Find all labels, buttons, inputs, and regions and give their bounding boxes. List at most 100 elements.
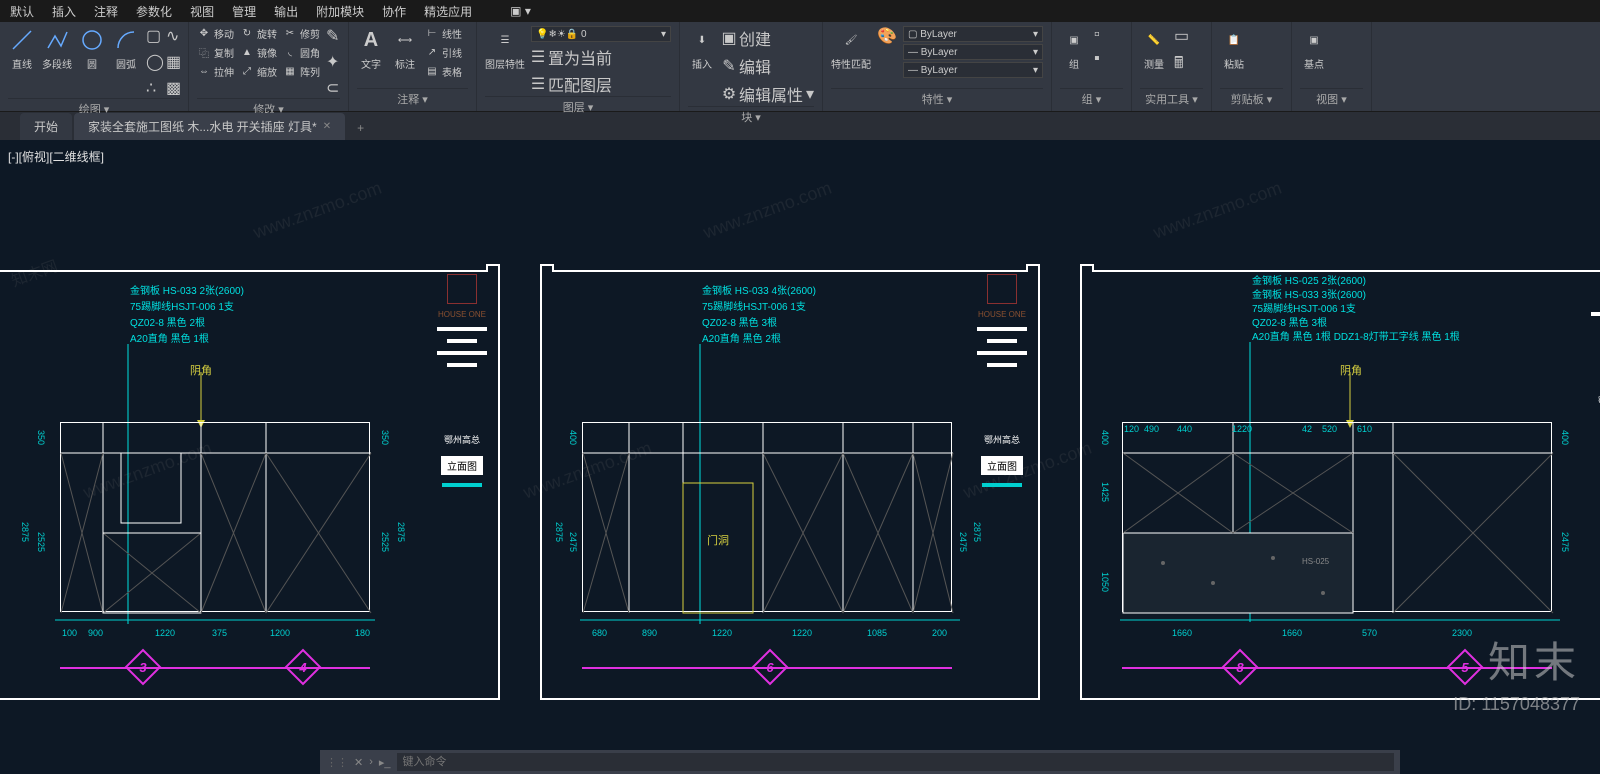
create-button[interactable]: ▣创建	[722, 26, 814, 50]
line-icon	[8, 26, 36, 54]
menu-insert[interactable]: 插入	[52, 3, 76, 20]
layerprops-button[interactable]: ☰图层特性	[485, 26, 525, 71]
polyline-button[interactable]: 多段线	[42, 26, 72, 71]
linetype-button[interactable]: ⊢线性	[425, 26, 462, 41]
drag-handle-icon[interactable]: ⋮⋮	[326, 756, 348, 769]
panel-group: ▣组 ▫ ▪ 组 ▾	[1052, 22, 1132, 111]
section-marker: 6	[757, 654, 783, 680]
dim-text: 490	[1144, 424, 1159, 434]
terminal-icon: ▸_	[379, 756, 391, 769]
menu-bar: 默认 插入 注释 参数化 视图 管理 输出 附加模块 协作 精选应用 ▣ ▾	[0, 0, 1600, 22]
chevron-right-icon[interactable]: ›	[369, 756, 373, 768]
text-button[interactable]: A文字	[357, 26, 385, 71]
section-marker: 3	[130, 654, 156, 680]
titleblock: 鄂州高总 立	[1582, 274, 1600, 436]
insert-button[interactable]: ⬇插入	[688, 26, 716, 71]
calc-icon[interactable]: 🖩	[1174, 52, 1188, 79]
close-cmd-icon[interactable]: ✕	[354, 756, 363, 769]
panel-view-title: 视图 ▾	[1300, 88, 1363, 109]
matchprops-button[interactable]: 🖌特性匹配	[831, 26, 871, 71]
color-icon[interactable]: 🎨	[877, 26, 897, 46]
drawing-canvas[interactable]: [-][俯视][二维线框] www.znzmo.com www.znzmo.co…	[0, 140, 1600, 730]
menu-manage[interactable]: 管理	[232, 3, 256, 20]
scale-button[interactable]: ⤢缩放	[240, 64, 277, 79]
command-input[interactable]	[397, 753, 1394, 771]
annot-text: 金钢板 HS-033 4张(2600)	[702, 282, 816, 297]
section-marker: 4	[290, 654, 316, 680]
dim-text: 2875	[20, 522, 30, 542]
copy-button[interactable]: ⿻复制	[197, 45, 234, 60]
groupedit-icon[interactable]: ▪	[1094, 50, 1108, 68]
move-button[interactable]: ✥移动	[197, 26, 234, 41]
rect-icon[interactable]: ▢	[146, 26, 160, 46]
ungroup-icon[interactable]: ▫	[1094, 26, 1108, 44]
close-icon[interactable]: ✕	[323, 121, 331, 132]
editattr-button[interactable]: ⚙编辑属性 ▾	[722, 82, 814, 106]
attr-icon: ⚙	[722, 87, 736, 101]
trim-button[interactable]: ✂修剪	[283, 26, 320, 41]
dim-text: 350	[36, 430, 46, 445]
ellipse-icon[interactable]: ◯	[146, 52, 160, 72]
color-select[interactable]: ▢ ByLayer▾	[903, 26, 1043, 42]
array-button[interactable]: ▦阵列	[283, 64, 320, 79]
layer-select[interactable]: 💡❄☀🔒 0▾	[531, 26, 671, 42]
table-button[interactable]: ▤表格	[425, 64, 462, 79]
hatch-icon[interactable]: ▦	[166, 52, 180, 72]
dim-text: 2475	[1560, 532, 1570, 552]
array-icon: ▦	[283, 65, 297, 79]
leader-button[interactable]: ↗引线	[425, 45, 462, 60]
fillet-button[interactable]: ◟圆角	[283, 45, 320, 60]
match-icon: ☰	[531, 77, 545, 91]
tab-add[interactable]: +	[347, 116, 374, 140]
point-icon[interactable]: ∴	[146, 78, 160, 98]
frame-handle	[1026, 264, 1040, 272]
region-icon[interactable]: ▩	[166, 78, 180, 98]
leader-icon: ↗	[425, 46, 439, 60]
view-label[interactable]: [-][俯视][二维线框]	[8, 148, 104, 165]
setcurrent-button[interactable]: ☰置为当前	[531, 45, 671, 69]
edit-button[interactable]: ✎编辑	[722, 54, 814, 78]
group-button[interactable]: ▣组	[1060, 26, 1088, 71]
lineweight-select[interactable]: — ByLayer▾	[903, 62, 1043, 78]
panel-annotation: A文字 ⟷标注 ⊢线性 ↗引线 ▤表格 注释 ▾	[349, 22, 477, 111]
menu-addins[interactable]: 附加模块	[316, 3, 364, 20]
offset-icon[interactable]: ⊂	[326, 78, 340, 98]
menu-parametric[interactable]: 参数化	[136, 3, 172, 20]
base-button[interactable]: ▣基点	[1300, 26, 1328, 71]
stretch-button[interactable]: ⇔拉伸	[197, 64, 234, 79]
menu-annotate[interactable]: 注释	[94, 3, 118, 20]
tab-start[interactable]: 开始	[20, 113, 72, 140]
menu-overflow-icon[interactable]: ▣ ▾	[510, 4, 531, 18]
measure-button[interactable]: 📏测量	[1140, 26, 1168, 71]
tab-file[interactable]: 家装全套施工图纸 木...水电 开关插座 灯具*✕	[74, 113, 345, 140]
circle-button[interactable]: 圆	[78, 26, 106, 71]
paste-button[interactable]: 📋粘贴	[1220, 26, 1248, 71]
dim-text: 2475	[958, 532, 968, 552]
matchlayer-button[interactable]: ☰匹配图层	[531, 72, 671, 96]
select-icon[interactable]: ▭	[1174, 26, 1188, 46]
rotate-icon: ↻	[240, 27, 254, 41]
arc-button[interactable]: 圆弧	[112, 26, 140, 71]
menu-collab[interactable]: 协作	[382, 3, 406, 20]
menu-view[interactable]: 视图	[190, 3, 214, 20]
menu-default[interactable]: 默认	[10, 3, 34, 20]
dim-button[interactable]: ⟷标注	[391, 26, 419, 71]
mirror-button[interactable]: ▲镜像	[240, 45, 277, 60]
explode-icon[interactable]: ✦	[326, 52, 340, 72]
dim-text: 2875	[972, 522, 982, 542]
rotate-button[interactable]: ↻旋转	[240, 26, 277, 41]
brand-watermark: 知末	[1488, 629, 1580, 690]
circle-icon	[78, 26, 106, 54]
linetype-select[interactable]: — ByLayer▾	[903, 44, 1043, 60]
spline-icon[interactable]: ∿	[166, 26, 180, 46]
dim-text: 350	[380, 430, 390, 445]
menu-featured[interactable]: 精选应用	[424, 3, 472, 20]
elevation-1	[60, 422, 370, 612]
group-icon: ▣	[1060, 26, 1088, 54]
drawing-frame-2: 金钢板 HS-033 4张(2600) 75踢脚线HSJT-006 1支 QZ0…	[540, 270, 1040, 700]
stretch-icon: ⇔	[197, 65, 211, 79]
menu-output[interactable]: 输出	[274, 3, 298, 20]
erase-icon[interactable]: ✎	[326, 26, 340, 46]
line-button[interactable]: 直线	[8, 26, 36, 71]
arc-icon	[112, 26, 140, 54]
